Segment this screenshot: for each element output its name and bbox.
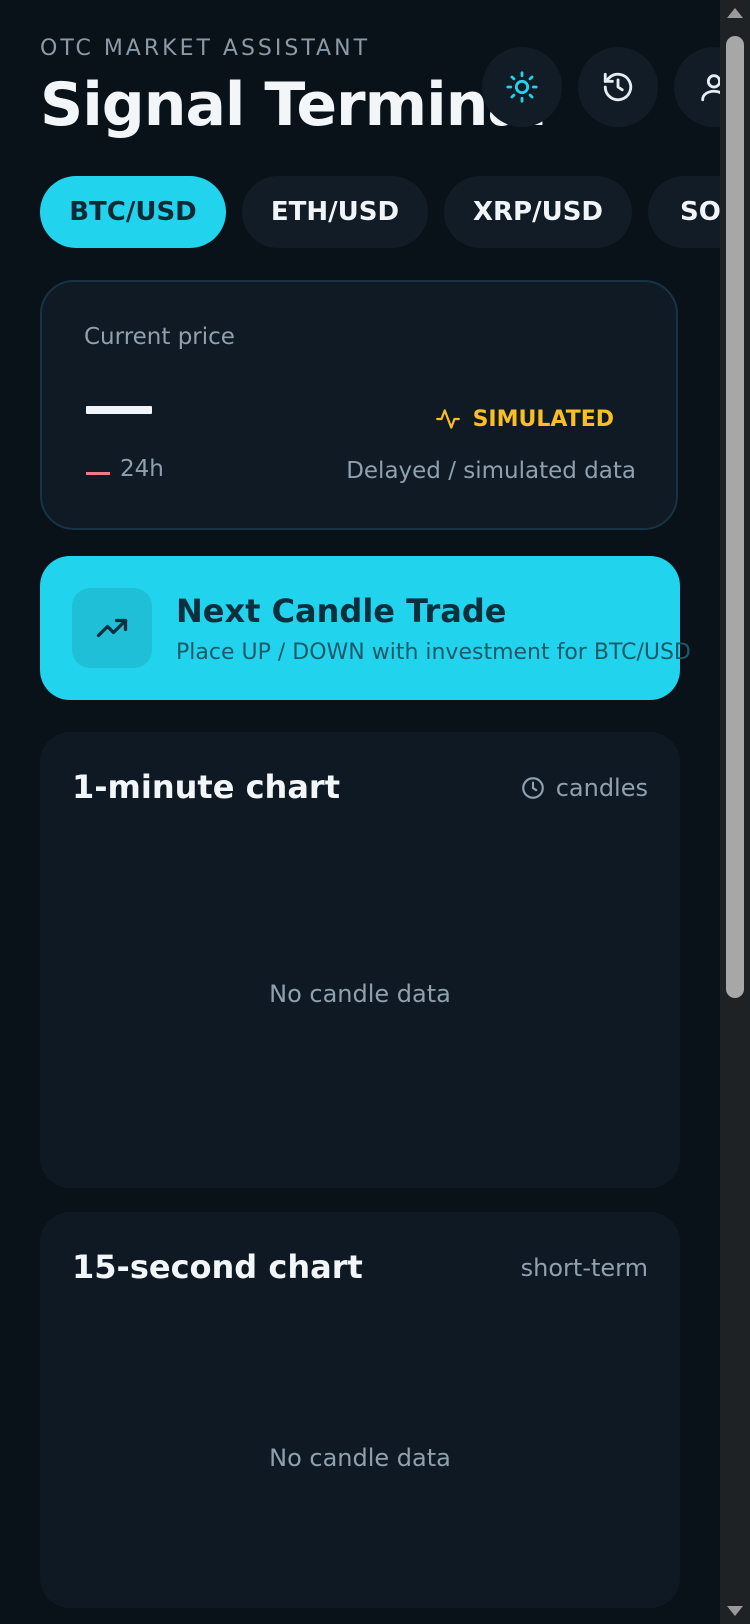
profile-button[interactable]: [674, 47, 720, 127]
chart-card-15s: 15-second chart short-term No candle dat…: [40, 1212, 680, 1608]
chart-card-1m: 1-minute chart candles No candle data: [40, 732, 680, 1188]
price-label: Current price: [84, 324, 235, 350]
history-icon: [603, 72, 633, 102]
app-eyebrow: OTC MARKET ASSISTANT: [40, 36, 371, 61]
chart-title: 1-minute chart: [72, 768, 340, 806]
chart-meta: short-term: [521, 1254, 648, 1282]
app-screen: OTC MARKET ASSISTANT Signal Terminal BTC…: [0, 0, 720, 1624]
chart-meta-label: short-term: [520, 1254, 648, 1282]
trending-up-icon: [72, 588, 152, 668]
change-period: 24h: [120, 456, 164, 482]
pair-xrp-usd[interactable]: XRP/USD: [444, 176, 632, 248]
chart-empty-state: No candle data: [269, 980, 451, 1008]
vertical-scrollbar[interactable]: [720, 0, 750, 1624]
trade-title: Next Candle Trade: [176, 592, 507, 630]
chart-title: 15-second chart: [72, 1248, 363, 1286]
simulated-badge: SIMULATED: [435, 406, 614, 432]
sun-icon: [506, 71, 538, 103]
pair-sol[interactable]: SOL: [648, 176, 720, 248]
simulated-badge-label: SIMULATED: [472, 406, 614, 432]
price-value-placeholder: [86, 406, 152, 414]
chart-empty-state: No candle data: [269, 1444, 451, 1472]
price-card: Current price 24h SIMULATED Delayed / si…: [40, 280, 678, 530]
data-source-note: Delayed / simulated data: [346, 458, 636, 484]
scroll-down-arrow-icon[interactable]: [727, 1606, 743, 1616]
trade-subtitle: Place UP / DOWN with investment for BTC/…: [176, 640, 691, 665]
pair-eth-usd[interactable]: ETH/USD: [242, 176, 428, 248]
pair-btc-usd[interactable]: BTC/USD: [40, 176, 226, 248]
history-button[interactable]: [578, 47, 658, 127]
theme-toggle-button[interactable]: [482, 47, 562, 127]
scroll-thumb[interactable]: [726, 36, 744, 998]
chart-meta: candles: [520, 774, 648, 802]
pair-selector: BTC/USD ETH/USD XRP/USD SOL: [40, 176, 720, 248]
next-candle-trade-button[interactable]: Next Candle Trade Place UP / DOWN with i…: [40, 556, 691, 700]
activity-icon: [435, 409, 460, 429]
clock-icon: [521, 777, 544, 799]
chart-meta-label: candles: [555, 774, 648, 802]
page-title: Signal Terminal: [40, 70, 547, 140]
change-indicator: [86, 472, 110, 475]
user-icon: [701, 74, 720, 102]
scroll-up-arrow-icon[interactable]: [727, 8, 743, 18]
